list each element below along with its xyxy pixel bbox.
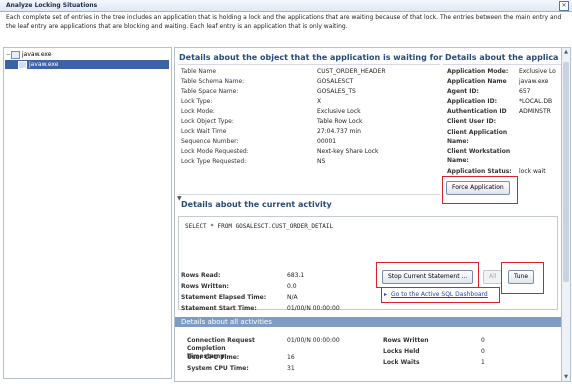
field-label: Statement Start Time: — [181, 305, 257, 312]
highlight-box — [376, 262, 479, 288]
field-value: 0 — [481, 337, 485, 344]
field-value: GOSALESCT — [317, 78, 354, 85]
current-activity-title: Details about the current activity — [181, 200, 332, 209]
details-panel: Details about the object that the applic… — [174, 47, 562, 382]
divider — [443, 64, 561, 65]
tree-item-waiter[interactable]: javaw.exe — [5, 60, 169, 69]
application-details-title: Details about the applica — [445, 53, 559, 62]
field-value: 657 — [519, 88, 531, 95]
field-value: 1 — [481, 359, 485, 366]
field-value: 00001 — [317, 138, 337, 145]
tree-item-holder[interactable]: − javaw.exe — [6, 50, 51, 59]
all-activities-title: Details about all activities — [181, 318, 272, 326]
field-label: Table Name — [181, 68, 217, 75]
field-label: Application Name — [447, 78, 507, 85]
field-label: Lock Object Type: — [181, 118, 234, 125]
field-value: 0.0 — [287, 283, 297, 290]
close-icon[interactable]: ✕ — [559, 1, 569, 11]
field-value: 31 — [287, 365, 295, 372]
sql-text: SELECT * FROM GOSALESCT.CUST_ORDER_DETAI… — [185, 223, 334, 230]
scroll-up-icon[interactable]: ▲ — [562, 48, 570, 56]
description-text: Each complete set of entries in the tree… — [6, 14, 562, 30]
scroll-thumb[interactable] — [563, 62, 569, 282]
field-label: Table Schema Name: — [181, 78, 245, 85]
field-value: CUST_ORDER_HEADER — [317, 68, 386, 75]
field-value: *LOCAL.DB — [519, 98, 553, 105]
field-value: 0 — [481, 348, 485, 355]
field-label: Application Status: — [447, 168, 512, 175]
highlight-box — [381, 287, 500, 303]
tree-item-label: javaw.exe — [22, 51, 52, 58]
all-button[interactable]: All — [483, 270, 503, 284]
field-label: Table Space Name: — [181, 88, 239, 95]
field-label: Locks Held — [383, 348, 420, 355]
field-value: 683.1 — [287, 272, 305, 279]
title-bar: Analyze Locking Situations ✕ — [0, 0, 572, 12]
field-label: Statement Elapsed Time: — [181, 294, 267, 301]
field-value: 27:04.737 min — [317, 128, 361, 135]
field-value: GOSALES_TS — [317, 88, 356, 95]
field-value: lock wait — [519, 168, 546, 175]
field-label: Client User ID: — [447, 118, 496, 125]
field-value: Next-key Share Lock — [317, 148, 379, 155]
field-value: javaw.exe — [519, 78, 549, 85]
application-icon — [18, 60, 27, 69]
scroll-down-icon[interactable]: ▼ — [562, 373, 570, 381]
divider — [178, 194, 440, 195]
field-value: N/A — [287, 294, 298, 301]
field-label: Lock Mode Requested: — [181, 148, 249, 155]
all-activities-header[interactable]: Details about all activities — [175, 317, 561, 327]
field-value: X — [317, 98, 322, 105]
field-value: Exclusive Lo — [519, 68, 556, 75]
field-label: System CPU Time: — [187, 365, 249, 372]
field-label: Application Mode: — [447, 68, 509, 75]
highlight-box — [501, 262, 544, 294]
field-label: Lock Type: — [181, 98, 213, 105]
divider — [178, 64, 440, 65]
field-label: Rows Written — [383, 337, 429, 344]
waiting-object-title: Details about the object that the applic… — [179, 53, 443, 62]
field-value: NS — [317, 158, 326, 165]
field-label: Rows Read: — [181, 272, 221, 279]
field-label: Client Application Name: — [447, 129, 508, 145]
tree-item-label: javaw.exe — [29, 61, 59, 68]
field-label: Authentication ID — [447, 108, 507, 115]
field-label: Lock Type Requested: — [181, 158, 247, 165]
field-label: Client Workstation Name: — [447, 148, 511, 164]
field-label: Agent ID: — [447, 88, 479, 95]
field-value: ADMINSTR — [519, 108, 551, 115]
application-icon — [11, 50, 20, 59]
window-title: Analyze Locking Situations — [6, 2, 98, 9]
field-label: Application ID: — [447, 98, 497, 105]
field-label: Rows Written: — [181, 283, 229, 290]
field-label: Sequence Number: — [181, 138, 239, 145]
field-label: Lock Mode: — [181, 108, 215, 115]
field-value: 01/00/N 00:00:00 — [287, 305, 340, 312]
field-label: Lock Wait Time — [181, 128, 227, 135]
field-value: Exclusive Lock — [317, 108, 361, 115]
field-label: User CPU Time: — [187, 354, 240, 361]
field-value: Table Row Lock — [317, 118, 363, 125]
field-value: 01/00/N 00:00:00 — [287, 337, 340, 344]
highlight-box — [442, 176, 518, 204]
field-value: 16 — [287, 354, 295, 361]
vertical-scrollbar[interactable]: ▲ ▼ — [561, 47, 571, 382]
lock-tree[interactable]: − javaw.exe javaw.exe — [3, 47, 172, 379]
field-label: Lock Waits — [383, 359, 420, 366]
